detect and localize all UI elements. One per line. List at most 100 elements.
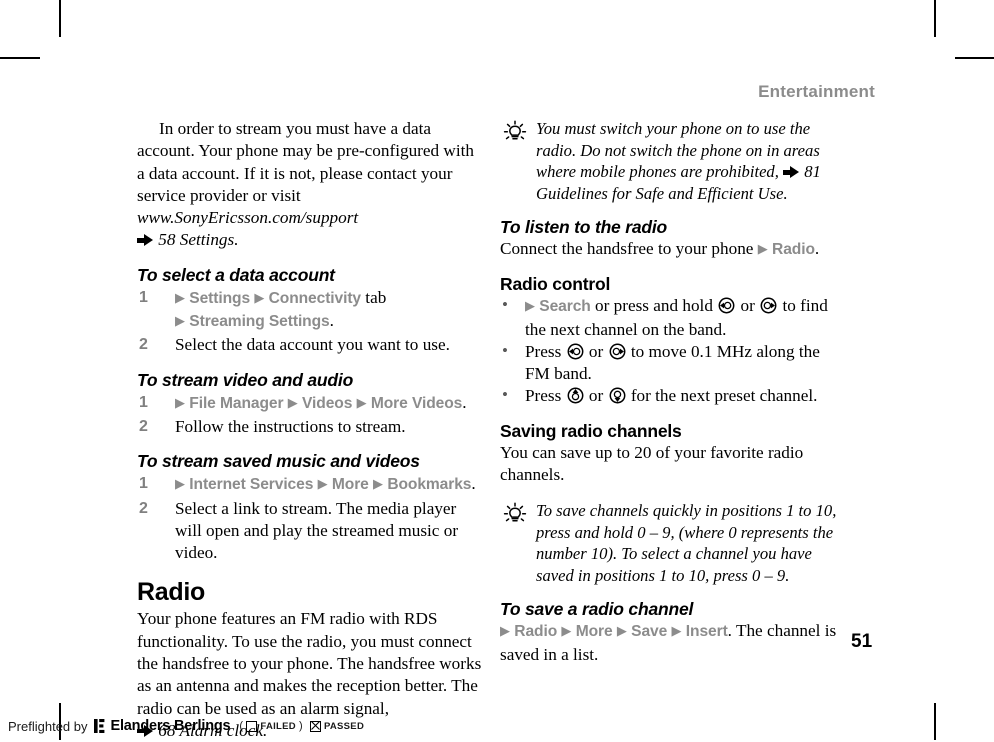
nav-key-right-icon [760,297,777,314]
tip-save-channels-quickly: To save channels quickly in positions 1 … [500,500,845,586]
bullet-icon: • [502,295,508,315]
tip-switch-phone-on: You must switch your phone on to use the… [500,118,845,204]
menu-item-streaming-settings: Streaming Settings [189,313,330,331]
heading-radio: Radio [137,578,205,607]
menu-item-connectivity: Connectivity [268,289,361,307]
save-channel-instruction: ▶ Radio ▶ More ▶ Save ▶ Insert. The chan… [500,620,845,666]
left-column: In order to stream you must have a data … [137,118,482,742]
nav-key-up-icon [567,387,584,404]
menu-item-videos: Videos [302,394,353,412]
nav-key-left-icon [567,343,584,360]
radio-intro-text: Your phone features an FM radio with RDS… [137,609,482,718]
menu-arrow-icon: ▶ [287,394,298,410]
list-item: 2 Follow the instructions to stream. [137,416,482,438]
passed-label: PASSED [323,720,365,732]
bullet-text-or: or [584,386,608,406]
step-number: 2 [139,336,148,354]
menu-arrow-icon: ▶ [500,623,510,639]
menu-arrow-icon: ▶ [561,623,572,639]
list-item: • Press or to move 0.1 MHz along the FM … [500,341,845,386]
intro-paragraph: In order to stream you must have a data … [137,118,482,252]
menu-item-radio: Radio [772,241,815,258]
menu-arrow-icon: ▶ [175,289,185,305]
menu-item-internet-services: Internet Services [189,476,314,494]
heading-to-stream-video-and-audio: To stream video and audio [137,369,354,390]
menu-arrow-icon: ▶ [175,394,185,410]
passed-checkbox [309,720,321,732]
menu-arrow-icon: ▶ [175,476,185,492]
menu-item-settings: Settings [189,289,251,307]
heading-to-save-a-radio-channel: To save a radio channel [500,599,694,620]
support-url: www.SonyEricsson.com/support [137,208,359,228]
instruction-period: . [814,239,820,258]
menu-arrow-icon: ▶ [671,623,682,639]
list-item: 1 ▶ Internet Services ▶ More ▶ Bookmarks… [137,473,482,496]
preflight-label: Preflighted by [8,718,88,734]
step-period: . [462,392,467,412]
menu-item-save: Save [631,623,668,641]
step-period: . [471,474,476,494]
bullet-text-or: or [584,341,608,361]
menu-item-more: More [575,623,613,641]
step-text: Select the data account you want to use. [175,335,450,355]
tip-text: You must switch your phone on to use the… [536,119,820,181]
nav-key-left-icon [718,297,735,314]
bullet-text-start: Press [525,386,566,406]
saving-channels-body: You can save up to 20 of your favorite r… [500,442,804,485]
manual-page: Entertainment In order to stream you mus… [0,0,994,740]
lightbulb-icon [502,502,528,526]
right-column: You must switch your phone on to use the… [500,118,845,666]
nav-key-down-icon [609,387,626,404]
nav-key-right-icon [609,343,626,360]
menu-arrow-icon: ▶ [254,289,265,305]
preflight-status: ( FAILED ) PASSED [239,720,364,732]
instruction-text: Connect the handsfree to your phone [500,239,758,258]
heading-radio-control: Radio control [500,274,611,295]
list-item: 1 ▶ Settings ▶ Connectivity tab ▶ Stream… [137,287,482,334]
menu-item-search: Search [539,298,591,316]
heading-to-select-a-data-account: To select a data account [137,264,335,285]
list-item: 2 Select a link to stream. The media pla… [137,498,482,565]
paren-open: ( [239,720,244,732]
list-item: • ▶ Search or press and hold or to find … [500,295,845,341]
failed-checkbox [246,720,258,732]
see-page-arrow-icon [783,166,800,178]
menu-arrow-icon: ▶ [317,476,328,492]
menu-item-more: More [331,476,369,494]
menu-item-radio: Radio [514,623,558,641]
running-header: Entertainment [758,82,875,101]
steps-stream-saved: 1 ▶ Internet Services ▶ More ▶ Bookmarks… [137,473,482,564]
bullet-text-or: or [736,296,760,316]
see-page-arrow-icon [137,234,154,247]
page-number: 51 [851,631,873,652]
listen-radio-instruction: Connect the handsfree to your phone ▶ Ra… [500,238,845,261]
lightbulb-icon [502,120,528,144]
elanders-logo-icon [93,719,107,733]
intro-text: In order to stream you must have a data … [137,119,474,205]
step-number: 2 [139,499,148,517]
step-number: 1 [139,288,148,306]
bullet-text-start: Press [525,341,566,361]
bullet-icon: • [502,340,508,360]
bullet-icon: • [502,385,508,405]
step-number: 2 [139,417,148,435]
cross-reference-settings: 58 Settings. [158,230,239,250]
steps-select-data-account: 1 ▶ Settings ▶ Connectivity tab ▶ Stream… [137,287,482,357]
preflight-stamp: Preflighted by Elanders Berlings ( FAILE… [8,718,364,734]
step-number: 1 [139,475,148,493]
step-text: Select a link to stream. The media playe… [175,498,459,563]
steps-stream-video-audio: 1 ▶ File Manager ▶ Videos ▶ More Videos.… [137,392,482,439]
list-item: • Press or for the next preset channel. [500,385,845,407]
list-item: 1 ▶ File Manager ▶ Videos ▶ More Videos. [137,392,482,415]
menu-item-bookmarks: Bookmarks [387,476,472,494]
step-number: 1 [139,393,148,411]
menu-arrow-icon: ▶ [373,476,384,492]
bullet-text-end: for the next preset channel. [626,386,818,406]
heading-saving-radio-channels: Saving radio channels [500,420,682,441]
tip-text: To save channels quickly in positions 1 … [536,501,837,585]
menu-arrow-icon: ▶ [525,298,535,314]
menu-item-insert: Insert [685,623,728,641]
step-tail-tab: tab [361,287,387,307]
menu-arrow-icon: ▶ [616,623,627,639]
menu-arrow-icon: ▶ [175,313,185,329]
